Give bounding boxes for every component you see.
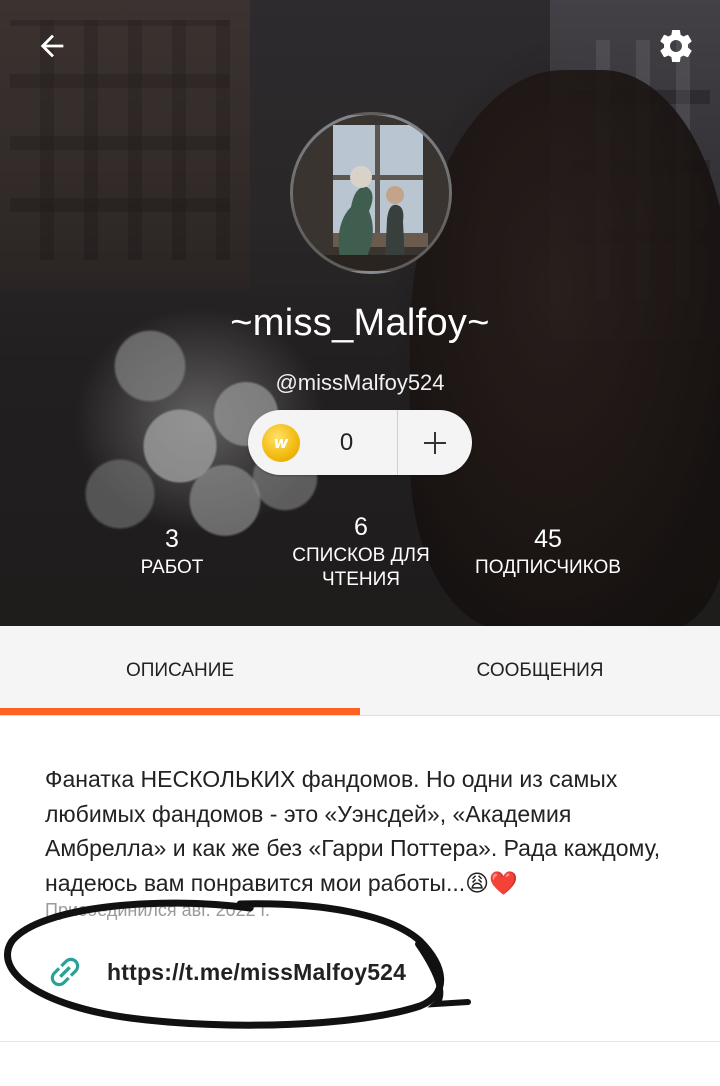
gear-icon: [660, 29, 692, 62]
stat-works-value: 3: [165, 525, 179, 553]
profile-tabs: ОПИСАНИЕ СООБЩЕНИЯ: [0, 626, 720, 716]
stat-works[interactable]: 3 РАБОТ: [112, 524, 232, 580]
avatar[interactable]: [290, 112, 452, 274]
arrow-back-icon: [40, 34, 64, 58]
settings-button[interactable]: [648, 18, 704, 74]
stat-works-label: РАБОТ: [140, 557, 204, 578]
stat-reading-lists[interactable]: 6 СПИСКОВ ДЛЯ ЧТЕНИЯ: [276, 512, 446, 592]
about-section: Фанатка НЕСКОЛЬКИХ фандомов. Но одни из …: [0, 716, 720, 1086]
active-tab-indicator: [0, 708, 360, 715]
display-name: ~miss_Malfoy~: [230, 302, 490, 344]
coins-widget: w 0: [248, 410, 472, 475]
tab-about[interactable]: ОПИСАНИЕ: [0, 626, 360, 716]
link-icon: [50, 957, 80, 987]
tab-messages[interactable]: СООБЩЕНИЯ: [360, 626, 720, 716]
profile-header: ~miss_Malfoy~ @missMalfoy524 w 0 3 РАБОТ…: [0, 0, 720, 626]
back-button[interactable]: [24, 18, 80, 74]
divider: [0, 1041, 720, 1042]
stat-followers-label: ПОДПИСЧИКОВ: [475, 557, 621, 578]
coin-count: 0: [339, 428, 354, 456]
username: @missMalfoy524: [275, 370, 445, 395]
stat-followers-value: 45: [534, 525, 562, 553]
plus-icon: [424, 431, 446, 454]
stat-reading-lists-label: СПИСКОВ ДЛЯ ЧТЕНИЯ: [292, 545, 430, 590]
profile-link[interactable]: https://t.me/missMalfoy524: [45, 952, 406, 992]
stat-reading-lists-value: 6: [354, 513, 368, 541]
avatar-image: [293, 115, 449, 271]
joined-date: Присоединился авг. 2022 г.: [45, 900, 270, 920]
profile-stats: 3 РАБОТ 6 СПИСКОВ ДЛЯ ЧТЕНИЯ 45 ПОДПИСЧИ…: [0, 512, 720, 612]
stat-followers[interactable]: 45 ПОДПИСЧИКОВ: [458, 524, 638, 580]
link-url[interactable]: https://t.me/missMalfoy524: [107, 959, 406, 986]
add-coins-button[interactable]: [398, 410, 472, 475]
bio-text: Фанатка НЕСКОЛЬКИХ фандомов. Но одни из …: [45, 766, 661, 896]
coin-icon: w: [262, 423, 300, 462]
